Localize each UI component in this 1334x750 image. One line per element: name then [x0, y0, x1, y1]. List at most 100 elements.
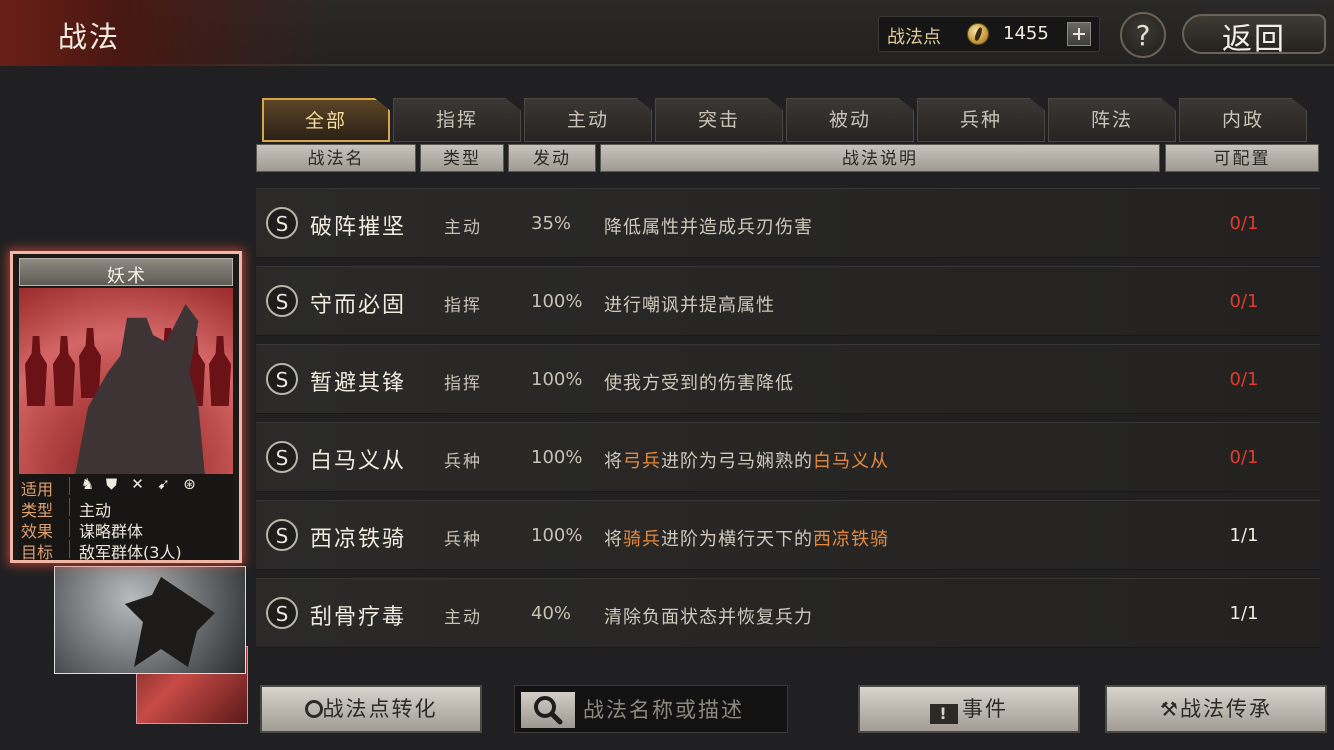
- tab-assault[interactable]: 突击: [655, 98, 783, 142]
- highlighted-term: 西凉铁骑: [813, 529, 889, 550]
- description-text: 清除负面状态并恢复兵力: [604, 607, 813, 628]
- grade-badge: S: [266, 441, 298, 473]
- card-stack-middle: [54, 566, 246, 674]
- tactic-rate: 100%: [531, 447, 583, 468]
- tactic-inherit-label: 战法传承: [1179, 697, 1272, 721]
- back-button[interactable]: 返回: [1182, 10, 1326, 57]
- description-text: 将: [604, 451, 623, 472]
- tab-formation[interactable]: 阵法: [1048, 98, 1176, 142]
- crossed-bows-icon: ✕: [131, 475, 144, 493]
- tactic-row[interactable]: S 暂避其锋 指挥 100% 使我方受到的伤害降低 0/1: [256, 344, 1320, 414]
- search-input[interactable]: [581, 692, 781, 728]
- column-header-description: 战法说明: [600, 144, 1160, 172]
- tactic-row[interactable]: S 西凉铁骑 兵种 100% 将骑兵进阶为横行天下的西凉铁骑 1/1: [256, 500, 1320, 570]
- search-icon: [534, 696, 563, 725]
- tactic-rate: 100%: [531, 525, 583, 546]
- tactic-description: 使我方受到的伤害降低: [604, 369, 794, 395]
- tactic-inherit-button[interactable]: ⚒战法传承: [1105, 685, 1327, 733]
- tactic-type: 主动: [444, 218, 482, 238]
- highlighted-term: 白马义从: [813, 451, 889, 472]
- tab-all[interactable]: 全部: [262, 98, 390, 142]
- tactic-row[interactable]: S 破阵摧坚 主动 35% 降低属性并造成兵刃伤害 0/1: [256, 188, 1320, 258]
- card-applicable-icons: ♞ ⛊ ✕ ➹ ⊛: [79, 474, 229, 496]
- tactic-description: 将骑兵进阶为横行天下的西凉铁骑: [604, 525, 889, 551]
- events-button[interactable]: ! 事件: [858, 685, 1080, 733]
- grade-badge: S: [266, 519, 298, 551]
- tactic-name: 暂避其锋: [310, 371, 407, 396]
- tactic-point-coin-icon: [967, 23, 989, 45]
- tactic-point-drop-icon: [304, 700, 323, 718]
- tactic-name: 破阵摧坚: [310, 215, 407, 240]
- wheel-icon: ⊛: [183, 475, 196, 493]
- spear-icon: ➹: [157, 475, 170, 493]
- hammer-icon: ⚒: [1160, 697, 1180, 721]
- description-text: 使我方受到的伤害降低: [604, 373, 794, 394]
- card-target-label: 目标: [21, 543, 54, 562]
- search-bar: [514, 685, 788, 733]
- tactic-type: 指挥: [444, 374, 482, 394]
- top-bar: 战法 战法点 1455 ? 返回: [0, 0, 1334, 66]
- tactic-name: 西凉铁骑: [310, 527, 407, 552]
- tactic-row[interactable]: S 白马义从 兵种 100% 将弓兵进阶为弓马娴熟的白马义从 0/1: [256, 422, 1320, 492]
- tactic-name: 白马义从: [310, 449, 407, 474]
- tactic-rate: 40%: [531, 603, 572, 624]
- tactic-list[interactable]: S 破阵摧坚 主动 35% 降低属性并造成兵刃伤害 0/1 S 守而必固 指挥 100% 进行嘲讽并…: [256, 178, 1320, 668]
- event-book-icon: !: [930, 704, 958, 724]
- tactic-name: 刮骨疗毒: [310, 605, 407, 630]
- tactic-config-count: 1/1: [1229, 603, 1259, 624]
- description-text: 进行嘲讽并提高属性: [604, 295, 775, 316]
- title-banner: 战法: [0, 0, 330, 66]
- help-button[interactable]: ?: [1120, 12, 1166, 58]
- tactic-rate: 100%: [531, 369, 583, 390]
- tab-troop[interactable]: 兵种: [917, 98, 1045, 142]
- tactic-description: 将弓兵进阶为弓马娴熟的白马义从: [604, 447, 889, 473]
- tactic-config-count: 0/1: [1229, 447, 1259, 468]
- tactic-description: 清除负面状态并恢复兵力: [604, 603, 813, 629]
- card-title: 妖术: [107, 266, 147, 287]
- tactic-config-count: 0/1: [1229, 213, 1259, 234]
- tactic-description: 进行嘲讽并提高属性: [604, 291, 775, 317]
- tactic-description: 降低属性并造成兵刃伤害: [604, 213, 813, 239]
- column-header-rate[interactable]: 发动: [508, 144, 596, 172]
- convert-points-button[interactable]: 战法点转化: [260, 685, 482, 733]
- description-text: 降低属性并造成兵刃伤害: [604, 217, 813, 238]
- tactic-config-count: 0/1: [1229, 291, 1259, 312]
- grade-badge: S: [266, 363, 298, 395]
- description-text: 将: [604, 529, 623, 550]
- column-header-type[interactable]: 类型: [420, 144, 504, 172]
- tactic-type: 主动: [444, 608, 482, 628]
- shield-icon: ⛊: [105, 475, 118, 493]
- tactic-type: 指挥: [444, 296, 482, 316]
- card-illustration: [19, 288, 233, 474]
- tactic-config-count: 1/1: [1229, 525, 1259, 546]
- grade-badge: S: [266, 207, 298, 239]
- tab-active[interactable]: 主动: [524, 98, 652, 142]
- highlighted-term: 弓兵: [623, 451, 661, 472]
- tactic-type: 兵种: [444, 530, 482, 550]
- tab-command[interactable]: 指挥: [393, 98, 521, 142]
- tactic-rate: 35%: [531, 213, 572, 234]
- description-text: 进阶为弓马娴熟的: [661, 451, 813, 472]
- search-button[interactable]: [521, 692, 575, 728]
- grade-badge: S: [266, 285, 298, 317]
- back-label: 返回: [1222, 22, 1286, 57]
- grade-badge: S: [266, 597, 298, 629]
- add-points-button[interactable]: [1067, 22, 1091, 46]
- cavalry-icon: ♞: [80, 475, 95, 493]
- tab-passive[interactable]: 被动: [786, 98, 914, 142]
- column-header-config[interactable]: 可配置: [1165, 144, 1319, 172]
- tactic-row[interactable]: S 刮骨疗毒 主动 40% 清除负面状态并恢复兵力 1/1: [256, 578, 1320, 648]
- tactic-points-label: 战法点: [887, 27, 941, 48]
- page-title: 战法: [58, 20, 121, 54]
- tactic-points-panel: 战法点 1455: [878, 16, 1100, 52]
- tactic-points-value: 1455: [1003, 23, 1049, 44]
- card-title-bar: 妖术: [19, 258, 233, 287]
- tactic-row[interactable]: S 守而必固 指挥 100% 进行嘲讽并提高属性 0/1: [256, 266, 1320, 336]
- column-header-name[interactable]: 战法名: [256, 144, 416, 172]
- convert-points-label: 战法点转化: [322, 697, 438, 721]
- tactic-name: 守而必固: [310, 293, 407, 318]
- card-info-panel: 适用 ♞ ⛊ ✕ ➹ ⊛ 类型 主动 效果 谋略群体 目标 敌军群体(3人): [19, 474, 233, 562]
- tactic-type: 兵种: [444, 452, 482, 472]
- tab-internal[interactable]: 内政: [1179, 98, 1307, 142]
- description-text: 进阶为横行天下的: [661, 529, 813, 550]
